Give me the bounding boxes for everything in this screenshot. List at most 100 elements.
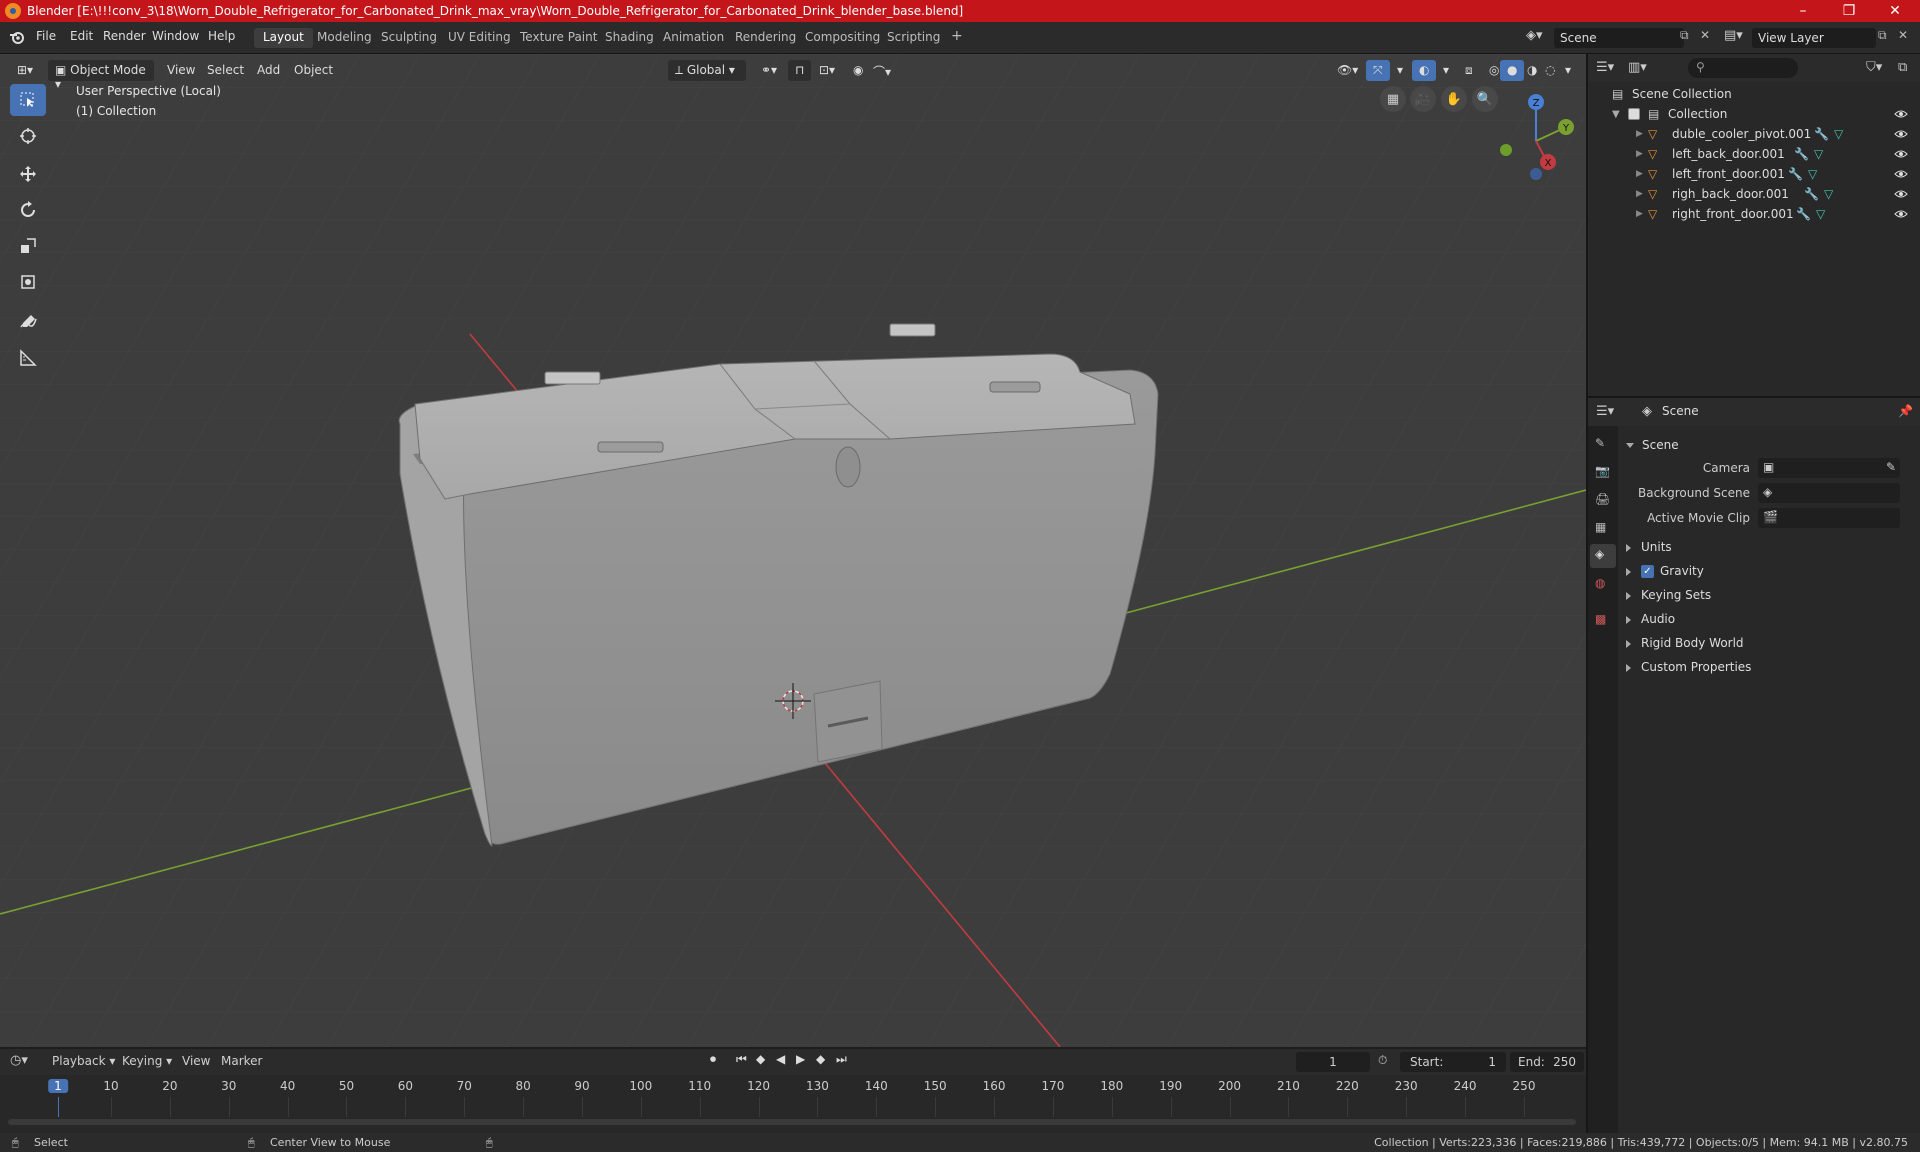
collection-checkbox[interactable] — [1628, 108, 1640, 120]
shading-dropdown-icon[interactable]: ▾ — [1558, 60, 1578, 81]
outliner-object-row[interactable]: ▶ ▽ righ_back_door.001 🔧 ▽ — [1588, 184, 1920, 204]
gravity-checkbox[interactable]: ✓ — [1641, 565, 1654, 578]
texture-tab-icon[interactable]: ▩ — [1595, 612, 1606, 626]
visibility-icon[interactable]: 👁▾ — [1330, 60, 1365, 81]
background-scene-field[interactable]: ◈ — [1758, 483, 1900, 503]
tab-animation[interactable]: Animation — [654, 28, 733, 48]
gizmo-toggle-icon[interactable]: ⤧ — [1366, 60, 1390, 81]
view-layer-browse-icon[interactable]: ▤▾ — [1724, 28, 1750, 48]
filter-icon[interactable]: ⛉▾ — [1866, 60, 1882, 75]
custom-properties-panel-header[interactable]: Custom Properties — [1626, 660, 1751, 674]
output-tab-icon[interactable]: 🖨 — [1595, 492, 1610, 506]
expand-arrow-icon[interactable]: ▼ — [1612, 109, 1620, 120]
viewport-menu-object[interactable]: Object — [287, 60, 340, 81]
camera-view-icon[interactable]: 🎥 — [1410, 86, 1436, 112]
snap-icon[interactable]: ⊓ — [788, 60, 812, 81]
transform-orientation-dropdown[interactable]: ⟂ Global ▾ — [668, 60, 746, 81]
editor-type-icon[interactable]: ⊞▾ — [10, 60, 44, 81]
tab-rendering[interactable]: Rendering — [726, 28, 805, 48]
eye-icon[interactable] — [1894, 187, 1908, 201]
expand-arrow-icon[interactable]: ▶ — [1636, 149, 1643, 159]
tab-scripting[interactable]: Scripting — [878, 28, 949, 48]
new-collection-icon[interactable]: ⧉ — [1898, 60, 1907, 75]
falloff-icon[interactable]: ⌒▾ — [866, 60, 898, 81]
tab-uv-editing[interactable]: UV Editing — [439, 28, 520, 48]
eye-icon[interactable] — [1894, 107, 1908, 121]
camera-field[interactable]: ▣ ✎ — [1758, 458, 1900, 478]
expand-arrow-icon[interactable]: ▶ — [1636, 129, 1643, 139]
measure-tool[interactable] — [10, 342, 46, 374]
outliner-editor-type-icon[interactable]: ☰▾ — [1596, 60, 1614, 75]
tab-shading[interactable]: Shading — [596, 28, 663, 48]
tab-sculpting[interactable]: Sculpting — [372, 28, 446, 48]
eye-icon[interactable] — [1894, 207, 1908, 221]
view-layer-field[interactable]: View Layer — [1752, 28, 1876, 48]
scene-tab-active[interactable]: ◈ — [1590, 544, 1616, 568]
pin-icon[interactable]: 📌 — [1898, 404, 1913, 418]
overlay-toggle-icon[interactable]: ◐ — [1412, 60, 1437, 81]
navigation-gizmo[interactable]: Z Y X — [1496, 86, 1576, 196]
select-box-tool[interactable] — [10, 84, 46, 116]
overlay-dropdown-icon[interactable]: ▾ — [1436, 60, 1456, 81]
remove-view-layer-icon[interactable]: ✕ — [1898, 28, 1914, 48]
eye-icon[interactable] — [1894, 167, 1908, 181]
outliner-object-row[interactable]: ▶ ▽ duble_cooler_pivot.001 🔧 ▽ — [1588, 124, 1920, 144]
outliner-object-row[interactable]: ▶ ▽ left_back_door.001 🔧 ▽ — [1588, 144, 1920, 164]
toggle-grid-view-icon[interactable]: ▦ — [1380, 86, 1406, 112]
properties-editor-type-icon[interactable]: ☰▾ — [1596, 404, 1614, 419]
outliner-object-row[interactable]: ▶ ▽ left_front_door.001 🔧 ▽ — [1588, 164, 1920, 184]
snap-target-icon[interactable]: ⊡▾ — [812, 60, 842, 81]
tab-modeling[interactable]: Modeling — [308, 28, 381, 48]
active-movie-clip-field[interactable]: 🎬 — [1758, 508, 1900, 528]
menu-window[interactable]: Window — [152, 29, 199, 43]
menu-render[interactable]: Render — [103, 29, 146, 43]
zoom-view-icon[interactable]: 🔍 — [1472, 86, 1498, 112]
rigid-body-world-panel-header[interactable]: Rigid Body World — [1626, 636, 1744, 650]
gravity-panel-header[interactable]: ✓ Gravity — [1626, 564, 1704, 578]
new-view-layer-icon[interactable]: ⧉ — [1878, 28, 1894, 48]
eye-icon[interactable] — [1894, 147, 1908, 161]
annotate-tool[interactable] — [10, 306, 46, 338]
audio-panel-header[interactable]: Audio — [1626, 612, 1675, 626]
tab-texture-paint[interactable]: Texture Paint — [511, 28, 606, 48]
outliner-collection[interactable]: ▼ ▤ Collection — [1588, 104, 1920, 124]
maximize-button[interactable]: ❐ — [1826, 0, 1872, 22]
scale-tool[interactable] — [10, 230, 46, 262]
display-mode-icon[interactable]: ▥▾ — [1628, 60, 1647, 75]
expand-arrow-icon[interactable]: ▶ — [1636, 209, 1643, 219]
view-layer-tab-icon[interactable]: ▦ — [1595, 520, 1606, 534]
expand-arrow-icon[interactable]: ▶ — [1636, 189, 1643, 199]
move-tool[interactable] — [10, 158, 46, 190]
expand-arrow-icon[interactable]: ▶ — [1636, 169, 1643, 179]
tab-layout[interactable]: Layout — [254, 28, 313, 48]
pivot-point-icon[interactable]: ⚭▾ — [754, 60, 784, 81]
object-mode-dropdown[interactable]: ▣ Object Mode ▾ — [48, 60, 154, 91]
timeline-scrollbar[interactable] — [8, 1119, 1576, 1125]
current-frame-indicator[interactable]: 1 — [48, 1079, 68, 1093]
outliner-object-row[interactable]: ▶ ▽ right_front_door.001 🔧 ▽ — [1588, 204, 1920, 224]
transform-tool[interactable] — [10, 266, 46, 298]
units-panel-header[interactable]: Units — [1626, 540, 1672, 554]
add-workspace-button[interactable]: + — [942, 26, 972, 46]
scene-browse-icon[interactable]: ◈▾ — [1526, 28, 1552, 48]
eyedropper-icon[interactable]: ✎ — [1886, 460, 1896, 474]
eye-icon[interactable] — [1894, 127, 1908, 141]
xray-icon[interactable]: ⧈ — [1458, 60, 1480, 81]
rotate-tool[interactable] — [10, 194, 46, 226]
outliner-scene-collection[interactable]: ▤ Scene Collection — [1588, 84, 1920, 104]
remove-scene-icon[interactable]: ✕ — [1700, 28, 1716, 48]
3d-viewport[interactable]: ⊞▾ ▣ Object Mode ▾ View Select Add Objec… — [0, 54, 1586, 1047]
menu-edit[interactable]: Edit — [70, 29, 93, 43]
viewport-menu-view[interactable]: View — [160, 60, 202, 81]
outliner-search-input[interactable]: ⚲ — [1688, 58, 1798, 78]
blender-menu-icon[interactable] — [8, 28, 26, 46]
new-scene-icon[interactable]: ⧉ — [1680, 28, 1696, 48]
gizmo-dropdown-icon[interactable]: ▾ — [1390, 60, 1410, 81]
render-tab-icon[interactable]: 📷 — [1595, 464, 1610, 478]
tool-tab-icon[interactable]: ✎ — [1595, 436, 1605, 450]
scene-section-header[interactable]: Scene — [1626, 438, 1679, 452]
close-button[interactable]: ✕ — [1872, 0, 1918, 22]
viewport-menu-add[interactable]: Add — [250, 60, 287, 81]
minimize-button[interactable]: – — [1780, 0, 1826, 22]
menu-file[interactable]: File — [36, 29, 56, 43]
